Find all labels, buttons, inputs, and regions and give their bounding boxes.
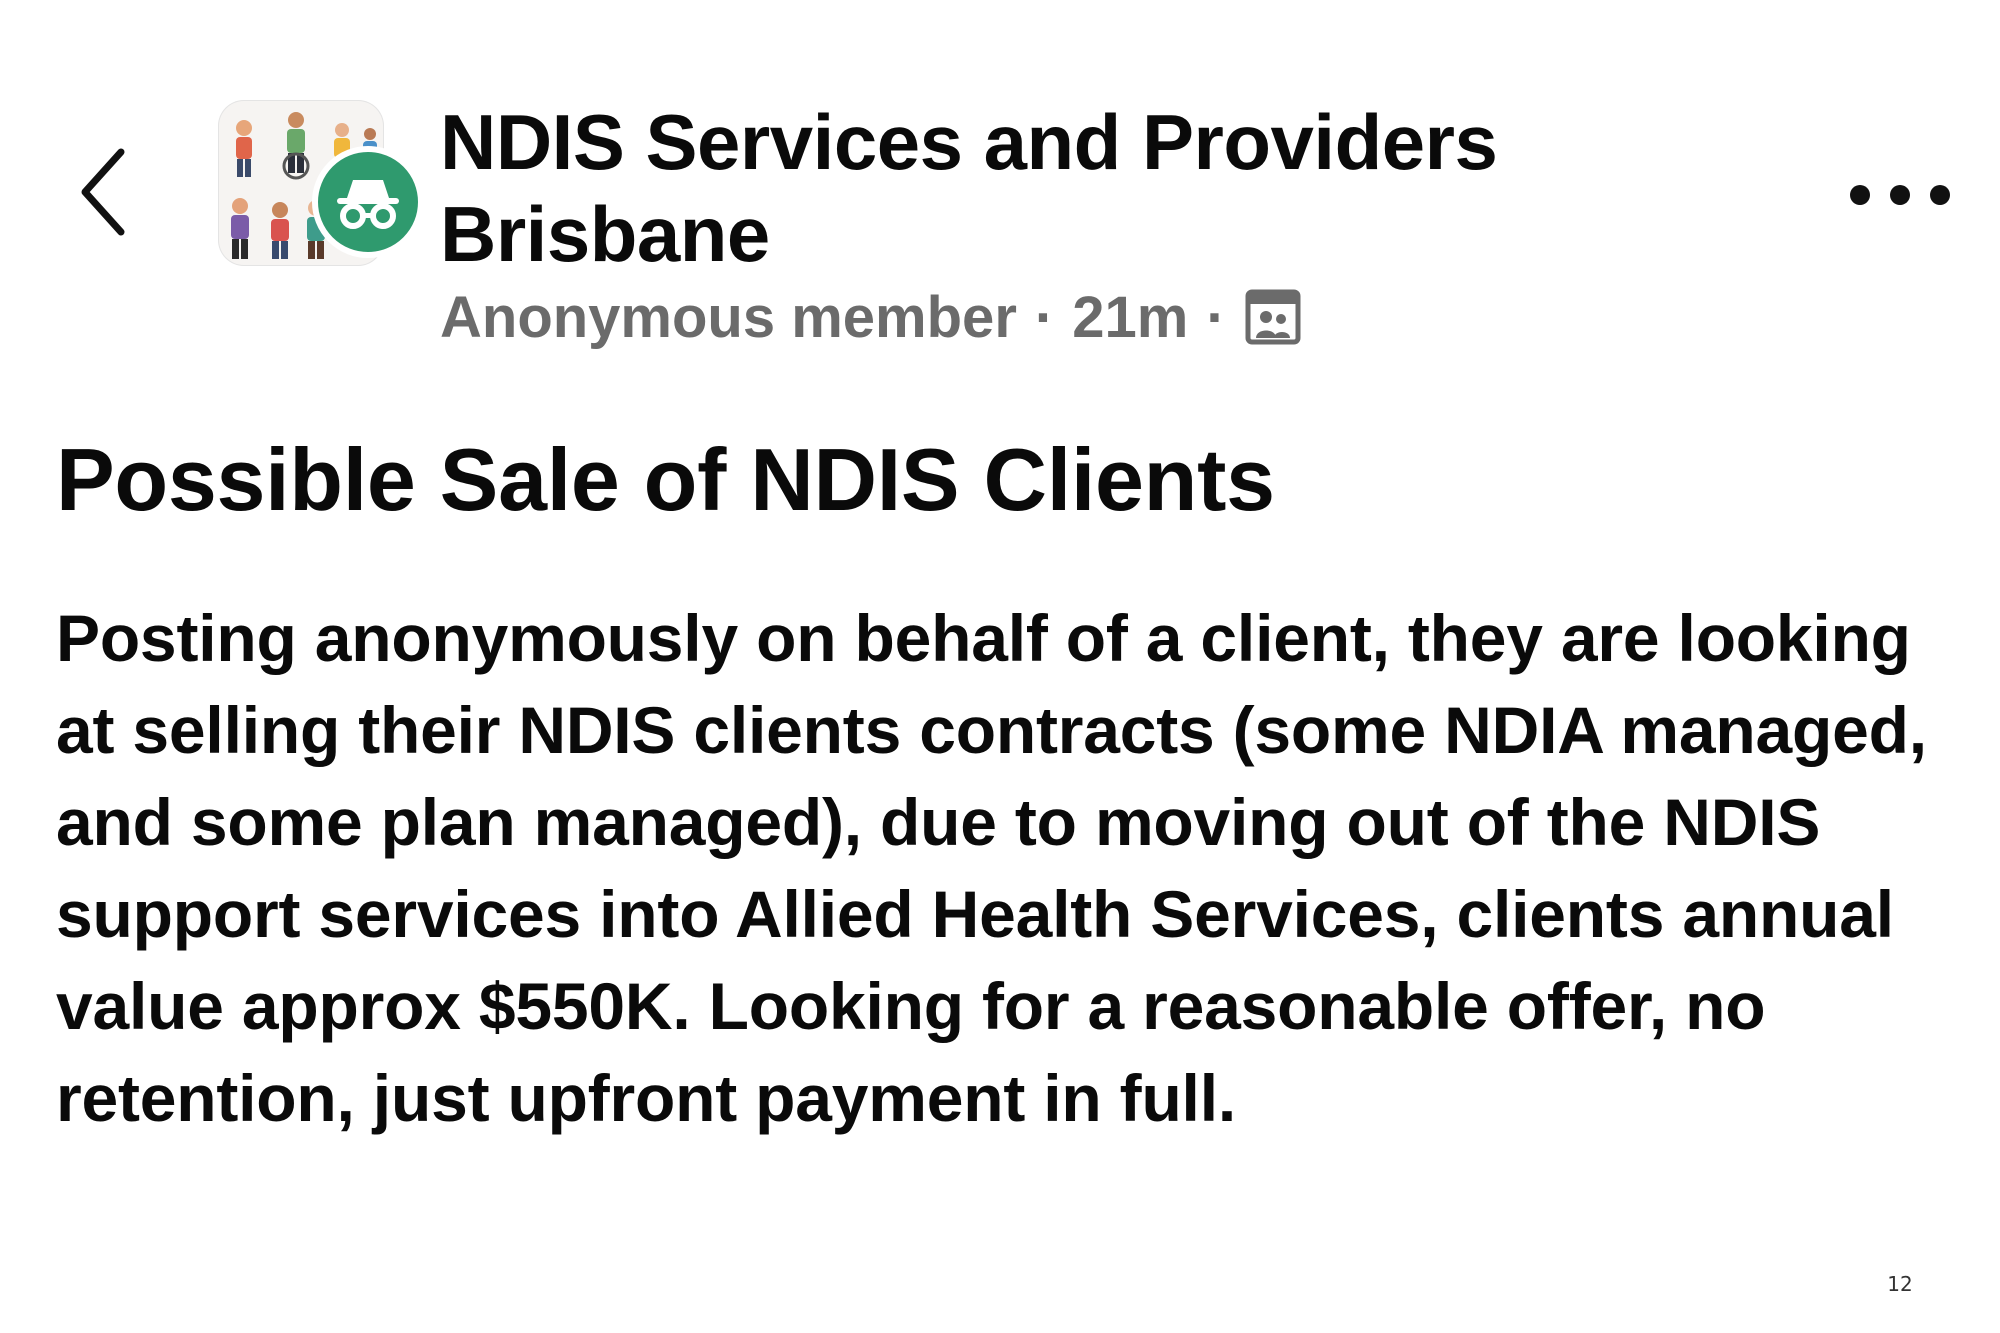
more-options-button[interactable]: [1850, 170, 1950, 220]
chevron-left-icon: [81, 148, 125, 236]
group-members-icon: [1244, 288, 1302, 346]
more-horizontal-icon: [1930, 185, 1950, 205]
back-button[interactable]: [72, 142, 134, 242]
post-header: NDIS Services and Providers Brisbane Ano…: [0, 0, 2000, 380]
more-horizontal-icon: [1890, 185, 1910, 205]
post-title: Possible Sale of NDIS Clients: [56, 430, 1275, 529]
page-number: 12: [1887, 1272, 1913, 1296]
meta-separator: ·: [1034, 284, 1055, 350]
post-meta: Anonymous member · 21m ·: [440, 282, 1302, 352]
meta-separator: ·: [1206, 284, 1226, 350]
post-body: Posting anonymously on behalf of a clien…: [56, 601, 1927, 1135]
anonymous-badge: [312, 146, 424, 258]
post-timestamp[interactable]: 21m: [1072, 284, 1188, 351]
group-name[interactable]: NDIS Services and Providers Brisbane: [440, 96, 1700, 280]
incognito-icon: [337, 180, 399, 229]
author-name[interactable]: Anonymous member: [440, 284, 1017, 351]
more-horizontal-icon: [1850, 185, 1870, 205]
